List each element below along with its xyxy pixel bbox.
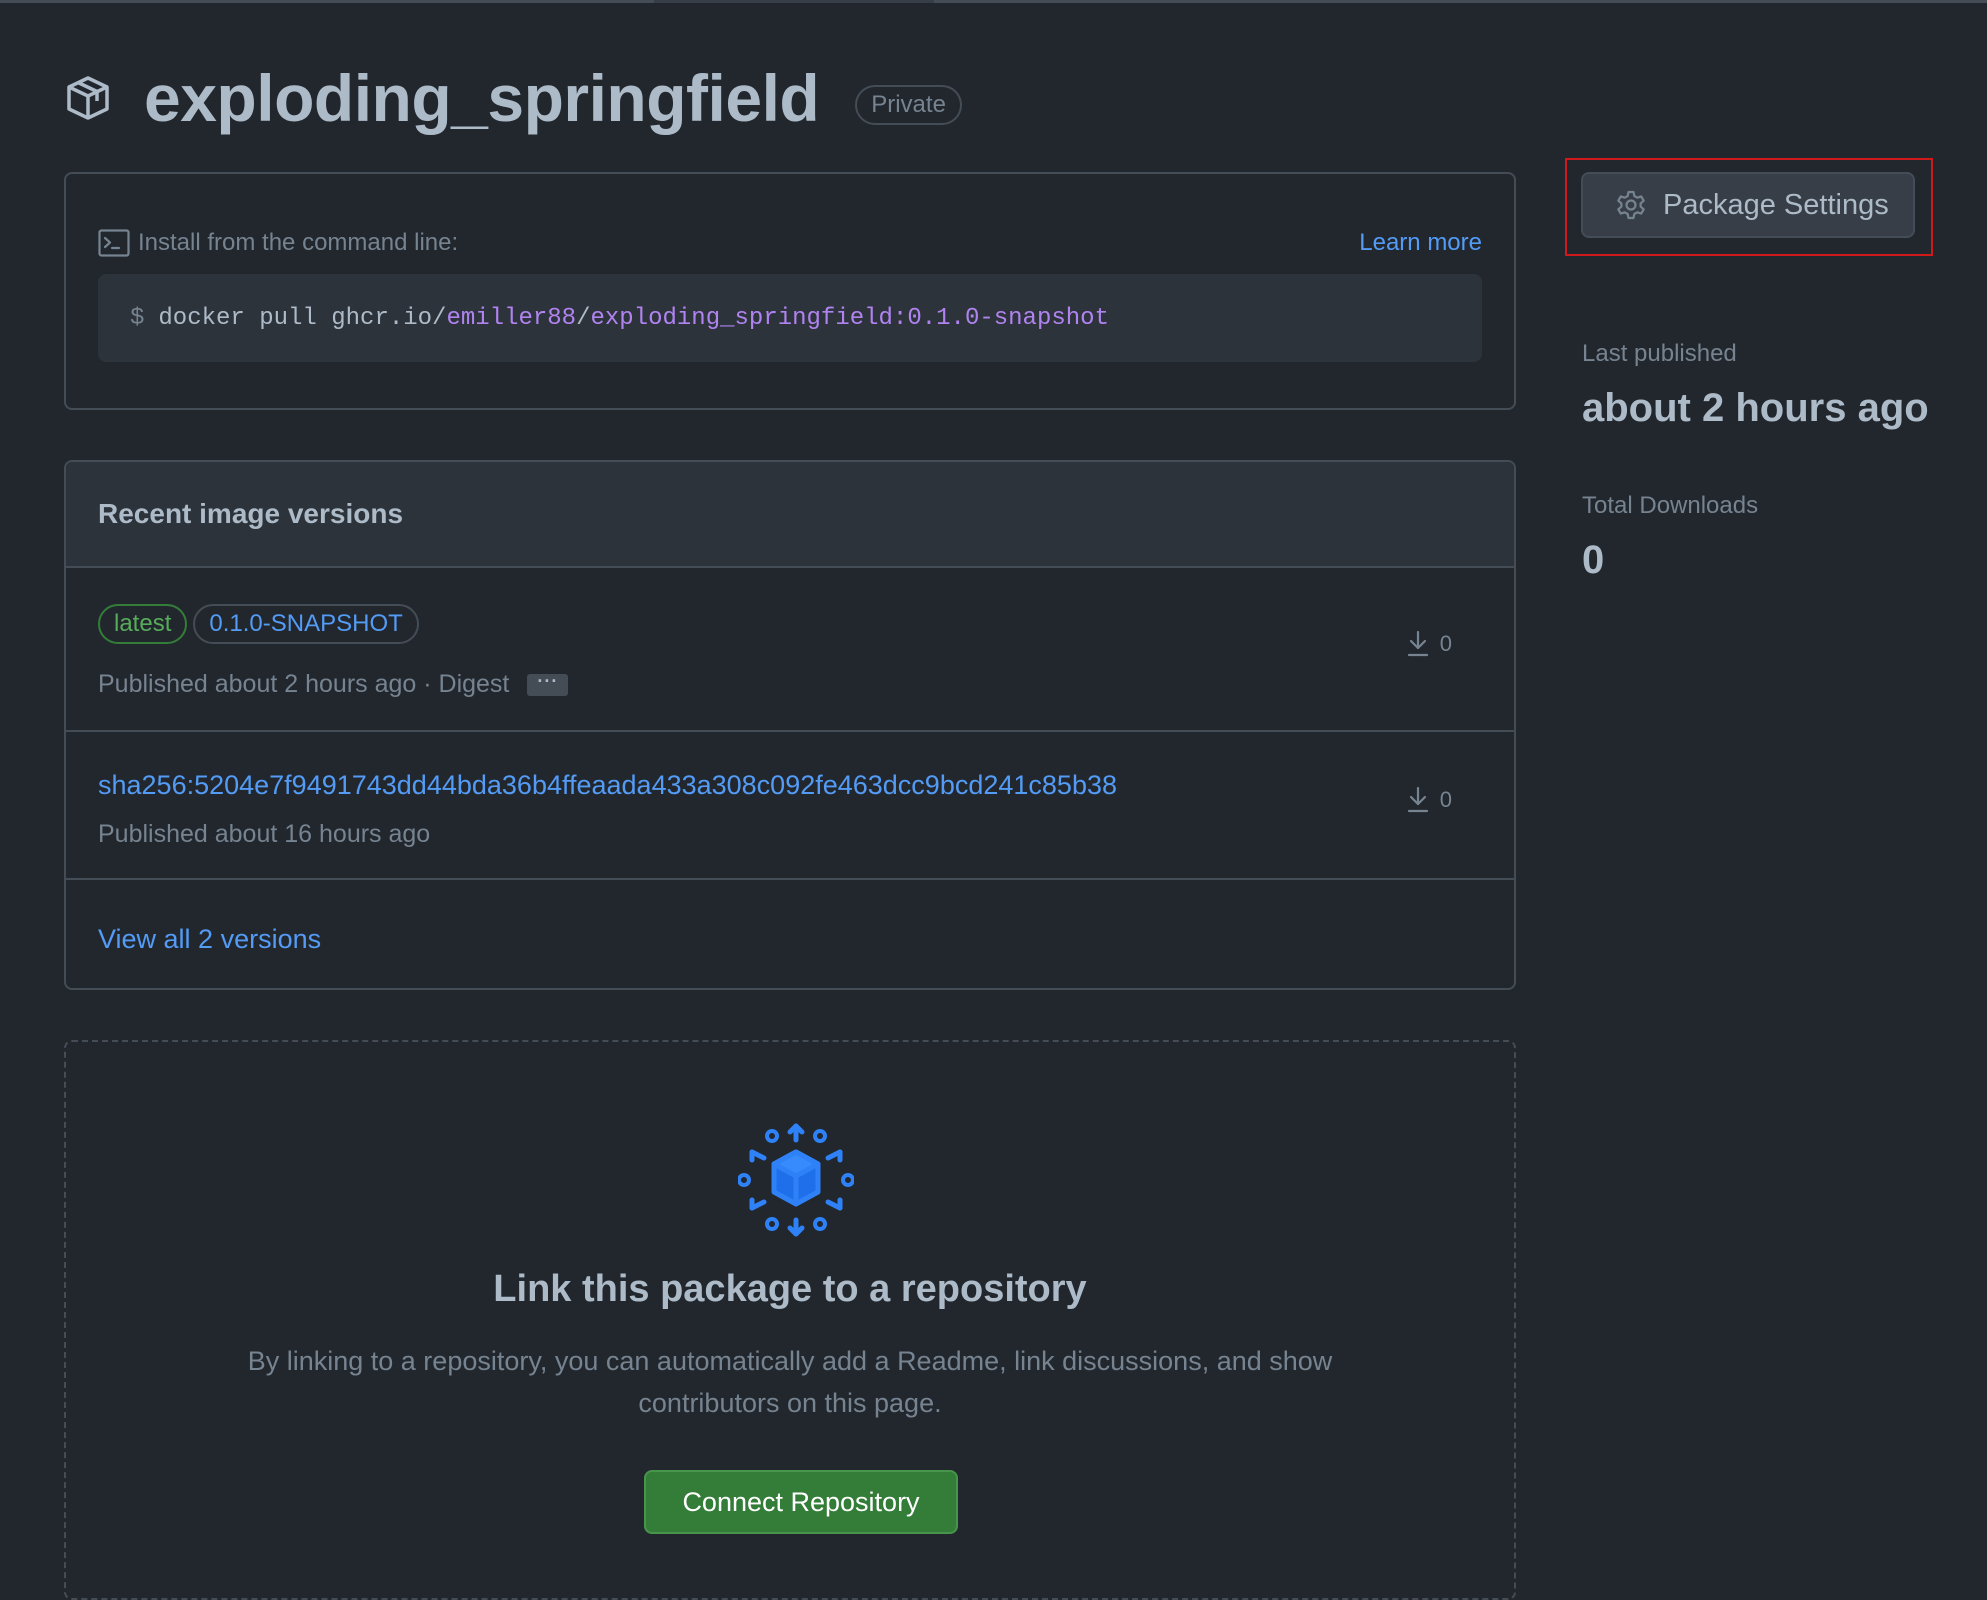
version-digest-link[interactable]: sha256:5204e7f9491743dd44bda36b4ffeaada4…: [98, 770, 1117, 801]
learn-more-link[interactable]: Learn more: [1359, 229, 1482, 257]
package-link-icon: [738, 1123, 854, 1237]
version-published-text: Published about 16 hours ago: [98, 820, 431, 848]
tag-version[interactable]: 0.1.0-SNAPSHOT: [193, 604, 419, 644]
download-icon: [1407, 786, 1428, 813]
install-label: Install from the command line:: [138, 229, 459, 256]
download-count: 0: [1439, 787, 1452, 812]
view-all-versions-link[interactable]: View all 2 versions: [98, 924, 321, 955]
version-downloads: 0: [1406, 786, 1452, 814]
link-repository-box: Link this package to a repository By lin…: [64, 1040, 1516, 1600]
command-prompt: $: [130, 304, 145, 332]
total-downloads-label: Total Downloads: [1582, 492, 1759, 519]
command-owner: emiller88: [446, 304, 577, 332]
view-all-row: View all 2 versions: [66, 880, 1514, 988]
package-settings-button[interactable]: Package Settings: [1581, 172, 1915, 238]
version-row: latest 0.1.0-SNAPSHOT Published about 2 h…: [66, 568, 1514, 732]
package-settings-label: Package Settings: [1663, 188, 1889, 221]
download-count: 0: [1439, 631, 1452, 656]
top-border: [0, 0, 1987, 3]
connect-repository-button[interactable]: Connect Repository: [644, 1470, 958, 1534]
tag-latest[interactable]: latest: [98, 604, 188, 644]
package-header: exploding_springfield Private: [64, 58, 962, 138]
package-icon: [67, 76, 109, 120]
command-prefix: docker pull ghcr.io/: [158, 304, 447, 332]
link-repository-title: Link this package to a repository: [493, 1268, 1087, 1310]
command-separator: /: [576, 304, 591, 332]
version-tags: latest 0.1.0-SNAPSHOT: [98, 604, 425, 644]
version-row: sha256:5204e7f9491743dd44bda36b4ffeaada4…: [66, 732, 1514, 880]
gear-icon: [1617, 190, 1645, 220]
recent-versions-box: Recent image versions latest 0.1.0-SNAPSH…: [64, 460, 1516, 990]
terminal-icon: [98, 229, 130, 257]
install-header: Install from the command line: Learn mor…: [98, 226, 1482, 260]
top-border-segment: [654, 0, 934, 3]
download-icon: [1407, 630, 1428, 657]
versions-heading: Recent image versions: [98, 498, 404, 529]
version-downloads: 0: [1406, 630, 1452, 658]
digest-expand-button[interactable]: ···: [527, 672, 569, 696]
total-downloads-value: 0: [1582, 538, 1605, 582]
command-image: exploding_springfield:0.1.0-snapshot: [590, 304, 1109, 332]
link-repository-description: By linking to a repository, you can auto…: [247, 1346, 1333, 1418]
package-title: exploding_springfield: [144, 61, 820, 135]
version-published-text: Published about 2 hours ago · Digest: [98, 670, 510, 698]
last-published-label: Last published: [1582, 340, 1737, 367]
install-box: Install from the command line: Learn mor…: [64, 172, 1516, 410]
install-command[interactable]: $ docker pull ghcr.io/emiller88/explodin…: [98, 274, 1482, 362]
last-published-value: about 2 hours ago: [1582, 386, 1929, 430]
versions-header: Recent image versions: [66, 462, 1514, 568]
version-published: Published about 2 hours ago · Digest ···: [98, 670, 569, 699]
visibility-badge: Private: [855, 85, 962, 125]
